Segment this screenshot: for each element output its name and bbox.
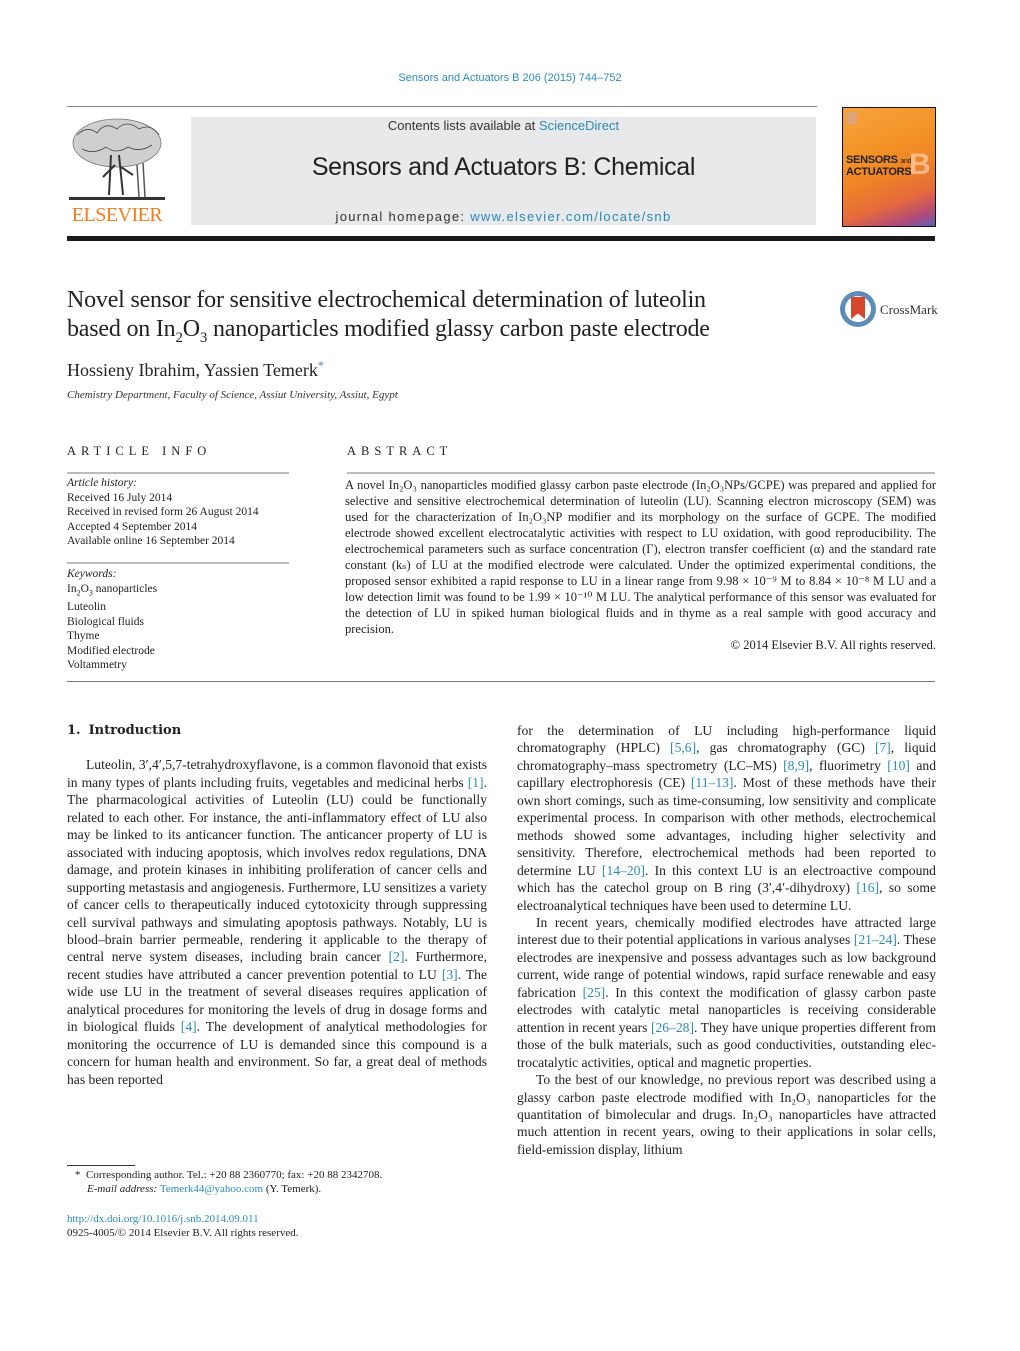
paragraph: Luteolin, 3′,4′,5,7-tetrahydroxyflavone,…: [67, 757, 487, 1087]
keyword-item: Biological fluids: [67, 615, 144, 628]
citation-link[interactable]: [21–24]: [854, 932, 897, 947]
email-label: E-mail address:: [87, 1183, 160, 1195]
abstract: A novel In₂O₃ nanoparticles modified gla…: [345, 477, 936, 653]
citation-link[interactable]: [14–20]: [602, 863, 645, 878]
journal-masthead: Contents lists available at ScienceDirec…: [191, 117, 816, 225]
header-rule: [67, 106, 817, 107]
issn-line: 0925-4005/© 2014 Elsevier B.V. All right…: [67, 1227, 299, 1239]
affiliation: Chemistry Department, Faculty of Science…: [67, 389, 398, 401]
keyword-item: Luteolin: [67, 601, 106, 614]
author-names: Hossieny Ibrahim, Yassien Temerk: [67, 360, 318, 380]
elsevier-logo[interactable]: ELSEVIER: [67, 115, 167, 227]
citation-link[interactable]: [11–13]: [691, 775, 734, 790]
keyword-item: Modified electrode: [67, 644, 155, 657]
abstract-copyright: © 2014 Elsevier B.V. All rights reserved…: [730, 638, 936, 652]
sciencedirect-link[interactable]: ScienceDirect: [539, 118, 619, 133]
citation-link[interactable]: [25]: [583, 985, 606, 1000]
section-title: Introduction: [88, 723, 182, 738]
keywords: Keywords: In2O3 nanoparticles Luteolin B…: [67, 567, 157, 673]
keyword-item: In2O3 nanoparticles: [67, 582, 158, 597]
keyword-item: Voltammetry: [67, 659, 127, 672]
keywords-rule: [67, 562, 289, 564]
body-column-right: for the determination of LU including hi…: [517, 722, 936, 1158]
title-line-2-post: nanoparticles modified glassy carbon pas…: [207, 316, 710, 342]
journal-homepage: journal homepage: www.elsevier.com/locat…: [191, 209, 816, 224]
footnote-email: E-mail address: Temerk44@yahoo.com (Y. T…: [67, 1182, 497, 1196]
citation-link[interactable]: [8,9]: [783, 758, 809, 773]
citation-link[interactable]: [26–28]: [651, 1020, 694, 1035]
citation-link[interactable]: [1]: [468, 775, 484, 790]
homepage-link[interactable]: www.elsevier.com/locate/snb: [470, 209, 671, 224]
abstract-heading: ABSTRACT: [347, 444, 453, 458]
title-subscript: 2: [175, 329, 183, 346]
cover-publisher-icon: [847, 112, 857, 124]
abstract-text: A novel In₂O₃ nanoparticles modified gla…: [345, 478, 936, 636]
cover-title-line1: SENSORS and: [846, 154, 912, 166]
keywords-label: Keywords:: [67, 568, 117, 580]
cover-title-line2: ACTUATORS: [846, 166, 912, 178]
history-label: Article history:: [67, 477, 137, 489]
journal-cover[interactable]: SENSORS and ACTUATORS B: [842, 107, 936, 227]
doi-link[interactable]: http://dx.doi.org/10.1016/j.snb.2014.09.…: [67, 1213, 259, 1225]
crossmark-label: CrossMark: [880, 302, 938, 317]
title-line-2-pre: based on In: [67, 316, 176, 342]
history-item: Accepted 4 September 2014: [67, 520, 197, 533]
elsevier-wordmark: ELSEVIER: [71, 204, 163, 226]
article-info-heading: ARTICLE INFO: [67, 444, 212, 458]
authors: Hossieny Ibrahim, Yassien Temerk*: [67, 358, 324, 381]
citation-link[interactable]: [5,6]: [670, 740, 696, 755]
homepage-prefix: journal homepage:: [335, 209, 471, 224]
title-line-2-mid: O: [182, 316, 200, 342]
elsevier-tree-icon: [69, 118, 165, 200]
email-suffix: (Y. Temerk).: [263, 1183, 322, 1195]
footnote-corresponding: * Corresponding author. Tel.: +20 88 236…: [67, 1168, 497, 1182]
footnote-rule: [67, 1165, 135, 1166]
article-history: Article history: Received 16 July 2014 R…: [67, 476, 259, 549]
citation-link[interactable]: [4]: [181, 1019, 197, 1034]
citation-link[interactable]: [2]: [389, 949, 405, 964]
history-item: Received 16 July 2014: [67, 491, 173, 504]
corresponding-author-mark[interactable]: *: [318, 358, 324, 372]
abstract-rule: [347, 472, 935, 474]
cover-letter: B: [909, 148, 931, 181]
contents-prefix: Contents lists available at: [387, 118, 539, 133]
citation-link[interactable]: [10]: [887, 758, 910, 773]
email-link[interactable]: Temerk44@yahoo.com: [160, 1183, 263, 1195]
citation-link[interactable]: [3]: [442, 967, 458, 982]
title-line-1: Novel sensor for sensitive electrochemic…: [67, 287, 706, 313]
doi-block: http://dx.doi.org/10.1016/j.snb.2014.09.…: [67, 1212, 299, 1240]
body-column-left: 1. Introduction Luteolin, 3′,4′,5,7-tetra…: [67, 722, 487, 1088]
article-info-rule: [67, 472, 289, 474]
paragraph: for the determination of LU including hi…: [517, 723, 936, 913]
paragraph: In recent years, chemically modified ele…: [517, 914, 937, 1070]
keyword-item: Thyme: [67, 630, 100, 643]
section-divider: [67, 681, 935, 682]
paragraph: To the best of our knowledge, no previou…: [517, 1072, 936, 1157]
citation-link[interactable]: [16]: [856, 880, 879, 895]
footnote-mark: *: [75, 1169, 81, 1181]
masthead-rule: [67, 236, 935, 241]
history-item: Available online 16 September 2014: [67, 535, 235, 547]
contents-line: Contents lists available at ScienceDirec…: [191, 118, 816, 133]
section-number: 1.: [67, 723, 81, 738]
article-title: Novel sensor for sensitive electrochemic…: [67, 286, 827, 353]
citation-link[interactable]: [7]: [875, 740, 891, 755]
footnote-text: Corresponding author. Tel.: +20 88 23607…: [86, 1169, 383, 1181]
crossmark-button[interactable]: CrossMark: [840, 291, 940, 329]
section-heading: 1. Introduction: [67, 722, 487, 739]
journal-citation[interactable]: Sensors and Actuators B 206 (2015) 744–7…: [0, 72, 1020, 84]
journal-name: Sensors and Actuators B: Chemical: [311, 153, 696, 181]
history-item: Received in revised form 26 August 2014: [67, 506, 259, 518]
footnote: * Corresponding author. Tel.: +20 88 236…: [67, 1168, 497, 1196]
